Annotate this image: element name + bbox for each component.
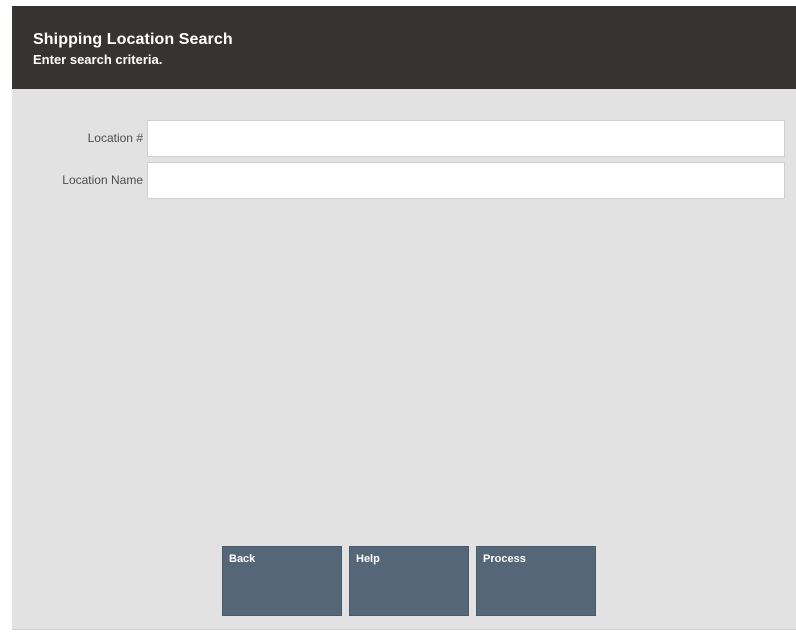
location-name-input[interactable]: [147, 162, 785, 199]
help-button[interactable]: Help: [349, 546, 469, 616]
app-screen: Shipping Location Search Enter search cr…: [12, 6, 796, 630]
location-name-label: Location Name: [62, 173, 143, 187]
location-number-label: Location #: [87, 131, 143, 145]
process-button[interactable]: Process: [476, 546, 596, 616]
page-title: Shipping Location Search: [33, 31, 233, 48]
header-bar: Shipping Location Search Enter search cr…: [12, 6, 796, 89]
back-button[interactable]: Back: [222, 546, 342, 616]
page-instructions: Enter search criteria.: [33, 52, 163, 67]
location-number-input[interactable]: [147, 120, 785, 157]
